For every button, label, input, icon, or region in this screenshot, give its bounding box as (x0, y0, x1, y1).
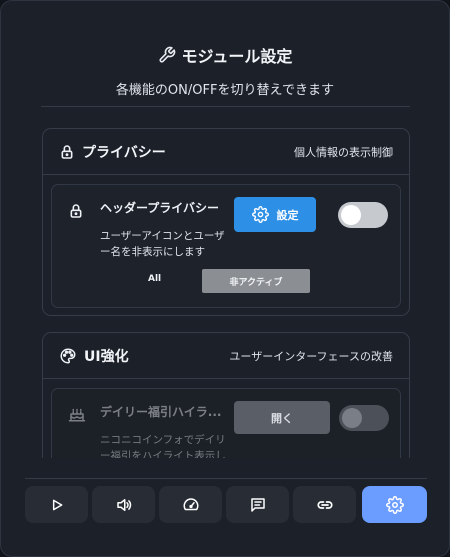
settings-button-label: 設定 (276, 208, 299, 222)
tab-links[interactable] (293, 486, 356, 523)
tab-settings[interactable] (362, 486, 427, 523)
section-privacy: プライバシー 個人情報の表示制御 ヘッダープライバシー ユーザーアイコンとユーザ… (42, 128, 410, 316)
modules-list[interactable]: プライバシー 個人情報の表示制御 ヘッダープライバシー ユーザーアイコンとユーザ… (1, 108, 449, 458)
section-title: プライバシー (82, 144, 166, 161)
gear-icon (251, 206, 269, 223)
status-badge: 非アクティブ (202, 269, 310, 293)
section-description: ユーザーインターフェースの改善 (229, 349, 393, 363)
module-title: デイリー福引ハイラ... (100, 405, 222, 419)
header-divider (41, 106, 410, 107)
lock-icon (68, 203, 84, 219)
section-ui-header: UI強化 ユーザーインターフェースの改善 (43, 333, 409, 379)
status-label: All (148, 274, 162, 284)
module-description: ユーザーアイコンとユーザー名を非表示にします (100, 230, 225, 258)
section-privacy-header: プライバシー 個人情報の表示制御 (43, 129, 409, 175)
module-toggle[interactable] (339, 405, 389, 431)
toolbar-divider (25, 478, 427, 479)
section-description: 個人情報の表示制御 (294, 145, 393, 159)
tab-comments[interactable] (226, 486, 289, 523)
link-icon (316, 496, 334, 514)
open-button[interactable]: 開く (234, 401, 330, 434)
bottom-toolbar (25, 486, 427, 523)
header: モジュール設定 各機能のON/OFFを切り替えできます (1, 1, 449, 98)
palette-icon (59, 347, 77, 365)
module-settings-panel: モジュール設定 各機能のON/OFFを切り替えできます プライバシー 個人情報の… (0, 0, 450, 557)
page-subtitle: 各機能のON/OFFを切り替えできます (115, 83, 335, 98)
gear-icon (385, 495, 404, 514)
toggle-knob (342, 408, 362, 428)
page-title: モジュール設定 (181, 47, 293, 66)
volume-icon (115, 496, 133, 514)
wrench-icon (158, 46, 176, 64)
comment-icon (249, 496, 267, 514)
module-description: ニコニコインフォでデイリー福引をハイライト表示しま (100, 434, 226, 458)
module-toggle[interactable] (338, 202, 388, 228)
lock-icon (59, 144, 75, 160)
section-title: UI強化 (84, 348, 129, 365)
play-icon (49, 497, 65, 513)
toggle-knob (341, 205, 361, 225)
section-ui-enhancement: UI強化 ユーザーインターフェースの改善 デイリー福引ハイラ... ニコニコイン… (42, 332, 410, 458)
module-card-daily-lottery: デイリー福引ハイラ... ニコニコインフォでデイリー福引をハイライト表示しま 開… (51, 388, 401, 458)
tab-volume[interactable] (92, 486, 155, 523)
tab-play[interactable] (25, 486, 88, 523)
module-status-row: All 非アクティブ (72, 269, 390, 293)
tab-speed[interactable] (159, 486, 222, 523)
module-title: ヘッダープライバシー (100, 201, 220, 215)
speedometer-icon (182, 496, 200, 514)
module-card-header-privacy: ヘッダープライバシー ユーザーアイコンとユーザー名を非表示にします 設定 All… (51, 184, 401, 308)
cake-icon (68, 405, 86, 423)
settings-button[interactable]: 設定 (234, 197, 316, 232)
